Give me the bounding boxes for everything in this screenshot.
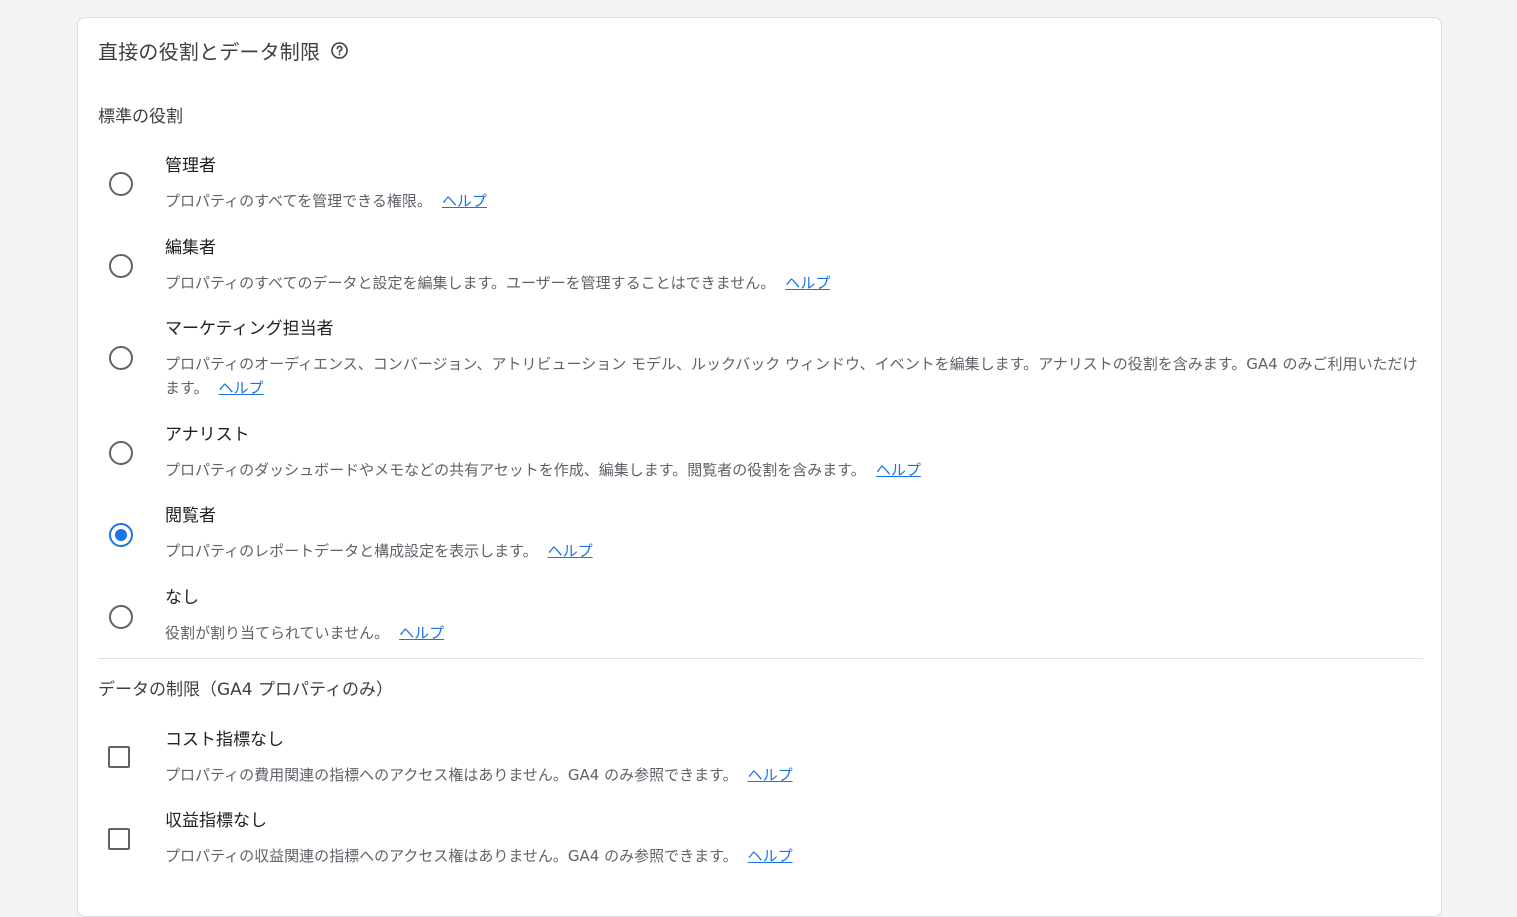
section-header: 直接の役割とデータ制限 — [98, 36, 349, 65]
role-description: プロパティのオーディエンス、コンバージョン、アトリビューション モデル、ルックバ… — [165, 355, 1418, 397]
data-restrictions-label: データの制限（GA4 プロパティのみ） — [98, 680, 394, 700]
role-description: プロパティのレポートデータと構成設定を表示します。 ヘルプ — [165, 542, 593, 560]
role-description: 役割が割り当てられていません。 ヘルプ — [165, 624, 445, 642]
no-cost-metrics-checkbox[interactable] — [108, 746, 130, 768]
role-radio-viewer-selected[interactable] — [109, 523, 133, 547]
help-link[interactable]: ヘルプ — [442, 192, 487, 210]
roles-card: 直接の役割とデータ制限 標準の役割 管理者 プロパティのすべてを管理できる権限。… — [77, 17, 1442, 917]
role-title: 管理者 — [165, 156, 216, 176]
role-radio-admin[interactable] — [109, 172, 133, 196]
restriction-description: プロパティの収益関連の指標へのアクセス権はありません。GA4 のみ参照できます。… — [165, 847, 793, 865]
section-divider — [98, 658, 1423, 659]
help-link[interactable]: ヘルプ — [876, 461, 921, 479]
role-title: マーケティング担当者 — [165, 319, 334, 339]
role-radio-none[interactable] — [109, 605, 133, 629]
role-title: なし — [165, 588, 199, 608]
restriction-title: コスト指標なし — [165, 730, 284, 750]
no-revenue-metrics-checkbox[interactable] — [108, 828, 130, 850]
restriction-description: プロパティの費用関連の指標へのアクセス権はありません。GA4 のみ参照できます。… — [165, 766, 793, 784]
restriction-title: 収益指標なし — [165, 811, 267, 831]
role-description: プロパティのすべてを管理できる権限。 ヘルプ — [165, 192, 487, 210]
role-radio-analyst[interactable] — [109, 441, 133, 465]
role-title: 閲覧者 — [165, 506, 216, 526]
role-description: プロパティのすべてのデータと設定を編集します。ユーザーを管理することはできません… — [165, 274, 831, 292]
help-link[interactable]: ヘルプ — [785, 274, 830, 292]
role-title: 編集者 — [165, 238, 216, 258]
radio-dot — [115, 529, 127, 541]
help-link[interactable]: ヘルプ — [748, 766, 793, 784]
help-link[interactable]: ヘルプ — [399, 624, 444, 642]
section-title: 直接の役割とデータ制限 — [98, 40, 321, 64]
help-link[interactable]: ヘルプ — [748, 847, 793, 865]
role-radio-editor[interactable] — [109, 254, 133, 278]
standard-roles-label: 標準の役割 — [98, 107, 183, 127]
help-link[interactable]: ヘルプ — [548, 542, 593, 560]
role-description: プロパティのダッシュボードやメモなどの共有アセットを作成、編集します。閲覧者の役… — [165, 461, 921, 479]
help-link[interactable]: ヘルプ — [219, 379, 264, 397]
role-title: アナリスト — [165, 425, 250, 445]
help-circle-icon[interactable] — [330, 41, 349, 60]
role-radio-marketer[interactable] — [109, 346, 133, 370]
